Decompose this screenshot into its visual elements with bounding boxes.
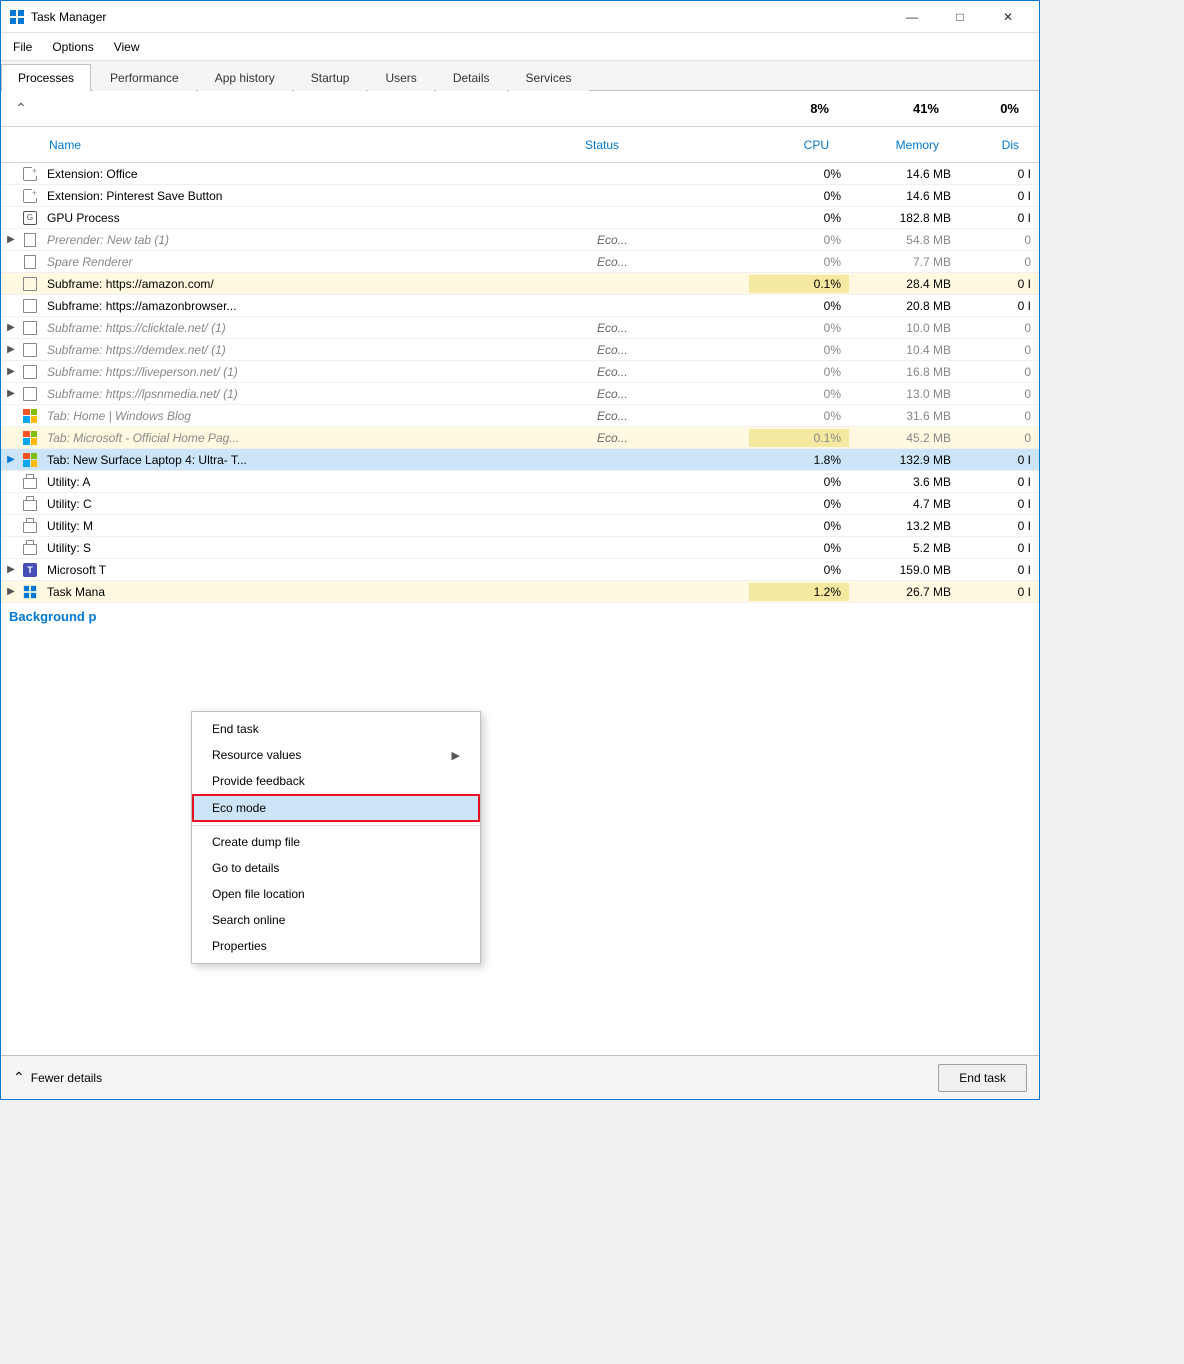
ctx-resource-values[interactable]: Resource values ▶	[192, 742, 480, 768]
table-row[interactable]: ▶ Subframe: https://clicktale.net/ (1) E…	[1, 317, 1039, 339]
process-icon: T	[21, 561, 39, 579]
ctx-go-to-details[interactable]: Go to details	[192, 855, 480, 881]
table-row[interactable]: Extension: Office 0% 14.6 MB 0 I	[1, 163, 1039, 185]
minimize-button[interactable]: —	[889, 1, 935, 33]
process-icon	[21, 297, 39, 315]
process-icon	[21, 275, 39, 293]
disk-pct: 0%	[947, 99, 1027, 118]
tab-processes[interactable]: Processes	[1, 64, 91, 91]
menu-bar: File Options View	[1, 33, 1039, 61]
tab-app-history[interactable]: App history	[198, 64, 292, 91]
tab-startup[interactable]: Startup	[294, 64, 367, 91]
process-icon: G	[21, 209, 39, 227]
process-icon	[21, 539, 39, 557]
table-row[interactable]: ▶ Subframe: https://demdex.net/ (1) Eco.…	[1, 339, 1039, 361]
table-row[interactable]: Spare Renderer Eco... 0% 7.7 MB 0	[1, 251, 1039, 273]
bottom-bar: ⌃ Fewer details End task	[1, 1055, 1039, 1099]
col-disk[interactable]: Dis	[947, 134, 1027, 156]
context-menu: End task Resource values ▶ Provide feedb…	[191, 711, 481, 964]
menu-file[interactable]: File	[5, 36, 40, 58]
tab-bar: Processes Performance App history Startu…	[1, 61, 1039, 91]
process-icon	[21, 341, 39, 359]
memory-pct: 41%	[837, 99, 947, 118]
window-controls: — □ ✕	[889, 1, 1031, 33]
process-icon	[21, 385, 39, 403]
task-manager-window: Task Manager — □ ✕ File Options View Pro…	[0, 0, 1040, 1100]
process-icon	[21, 473, 39, 491]
table-row[interactable]: Utility: S 0% 5.2 MB 0 I	[1, 537, 1039, 559]
process-icon	[21, 429, 39, 447]
table-row[interactable]: Extension: Pinterest Save Button 0% 14.6…	[1, 185, 1039, 207]
table-row[interactable]: ▶ Prerender: New tab (1) Eco... 0% 54.8 …	[1, 229, 1039, 251]
process-icon	[21, 451, 39, 469]
ctx-create-dump[interactable]: Create dump file	[192, 829, 480, 855]
fewer-details-button[interactable]: ⌃ Fewer details	[13, 1069, 102, 1086]
ctx-separator	[192, 825, 480, 826]
process-icon	[21, 583, 39, 601]
table-row[interactable]: Tab: Home | Windows Blog Eco... 0% 31.6 …	[1, 405, 1039, 427]
end-task-button[interactable]: End task	[938, 1064, 1027, 1092]
ctx-eco-mode[interactable]: Eco mode	[192, 794, 480, 822]
table-row[interactable]: Tab: Microsoft - Official Home Pag... Ec…	[1, 427, 1039, 449]
table-row[interactable]: ▶ Subframe: https://liveperson.net/ (1) …	[1, 361, 1039, 383]
process-icon	[21, 407, 39, 425]
menu-options[interactable]: Options	[44, 36, 101, 58]
table-row[interactable]: Utility: C 0% 4.7 MB 0 I	[1, 493, 1039, 515]
table-row-selected[interactable]: ▶ Tab: New Surface Laptop 4: Ultra- T...…	[1, 449, 1039, 471]
col-status[interactable]: Status	[577, 134, 737, 156]
chevron-up-icon: ⌃	[13, 1069, 25, 1086]
col-memory[interactable]: Memory	[837, 134, 947, 156]
col-cpu[interactable]: CPU	[737, 134, 837, 156]
table-row[interactable]: G GPU Process 0% 182.8 MB 0 I	[1, 207, 1039, 229]
ctx-search-online[interactable]: Search online	[192, 907, 480, 933]
tab-services[interactable]: Services	[509, 64, 589, 91]
table-row[interactable]: ▶ Task Mana 1.2% 26.7 MB 0 I	[1, 581, 1039, 603]
window-title: Task Manager	[31, 10, 889, 24]
close-button[interactable]: ✕	[985, 1, 1031, 33]
table-row[interactable]: Subframe: https://amazonbrowser... 0% 20…	[1, 295, 1039, 317]
maximize-button[interactable]: □	[937, 1, 983, 33]
content-area: ⌃ 8% 41% 0% Name Status CPU Memory Dis E…	[1, 91, 1039, 1055]
process-icon	[21, 187, 39, 205]
background-section-header[interactable]: Background p	[1, 603, 1039, 628]
cpu-pct: 8%	[737, 99, 837, 118]
table-row[interactable]: Utility: A 0% 3.6 MB 0 I	[1, 471, 1039, 493]
ctx-properties[interactable]: Properties	[192, 933, 480, 959]
title-bar: Task Manager — □ ✕	[1, 1, 1039, 33]
process-icon	[21, 363, 39, 381]
table-row[interactable]: ▶ Subframe: https://lpsnmedia.net/ (1) E…	[1, 383, 1039, 405]
column-headers: Name Status CPU Memory Dis	[1, 127, 1039, 163]
tab-users[interactable]: Users	[368, 64, 433, 91]
process-icon	[21, 231, 39, 249]
tab-details[interactable]: Details	[436, 64, 507, 91]
process-icon	[21, 319, 39, 337]
process-icon	[21, 495, 39, 513]
table-row[interactable]: ▶ T Microsoft T 0% 159.0 MB 0 I	[1, 559, 1039, 581]
submenu-arrow-icon: ▶	[452, 749, 460, 762]
ctx-end-task[interactable]: End task	[192, 716, 480, 742]
col-name[interactable]: Name	[41, 134, 577, 156]
process-icon	[21, 253, 39, 271]
app-icon	[9, 9, 25, 25]
menu-view[interactable]: View	[106, 36, 148, 58]
ctx-open-file-location[interactable]: Open file location	[192, 881, 480, 907]
process-icon	[21, 165, 39, 183]
tab-performance[interactable]: Performance	[93, 64, 196, 91]
sort-row: ⌃ 8% 41% 0%	[1, 91, 1039, 127]
process-table[interactable]: Extension: Office 0% 14.6 MB 0 I Extensi…	[1, 163, 1039, 1055]
process-icon	[21, 517, 39, 535]
table-row[interactable]: Utility: M 0% 13.2 MB 0 I	[1, 515, 1039, 537]
ctx-provide-feedback[interactable]: Provide feedback	[192, 768, 480, 794]
table-row[interactable]: Subframe: https://amazon.com/ 0.1% 28.4 …	[1, 273, 1039, 295]
